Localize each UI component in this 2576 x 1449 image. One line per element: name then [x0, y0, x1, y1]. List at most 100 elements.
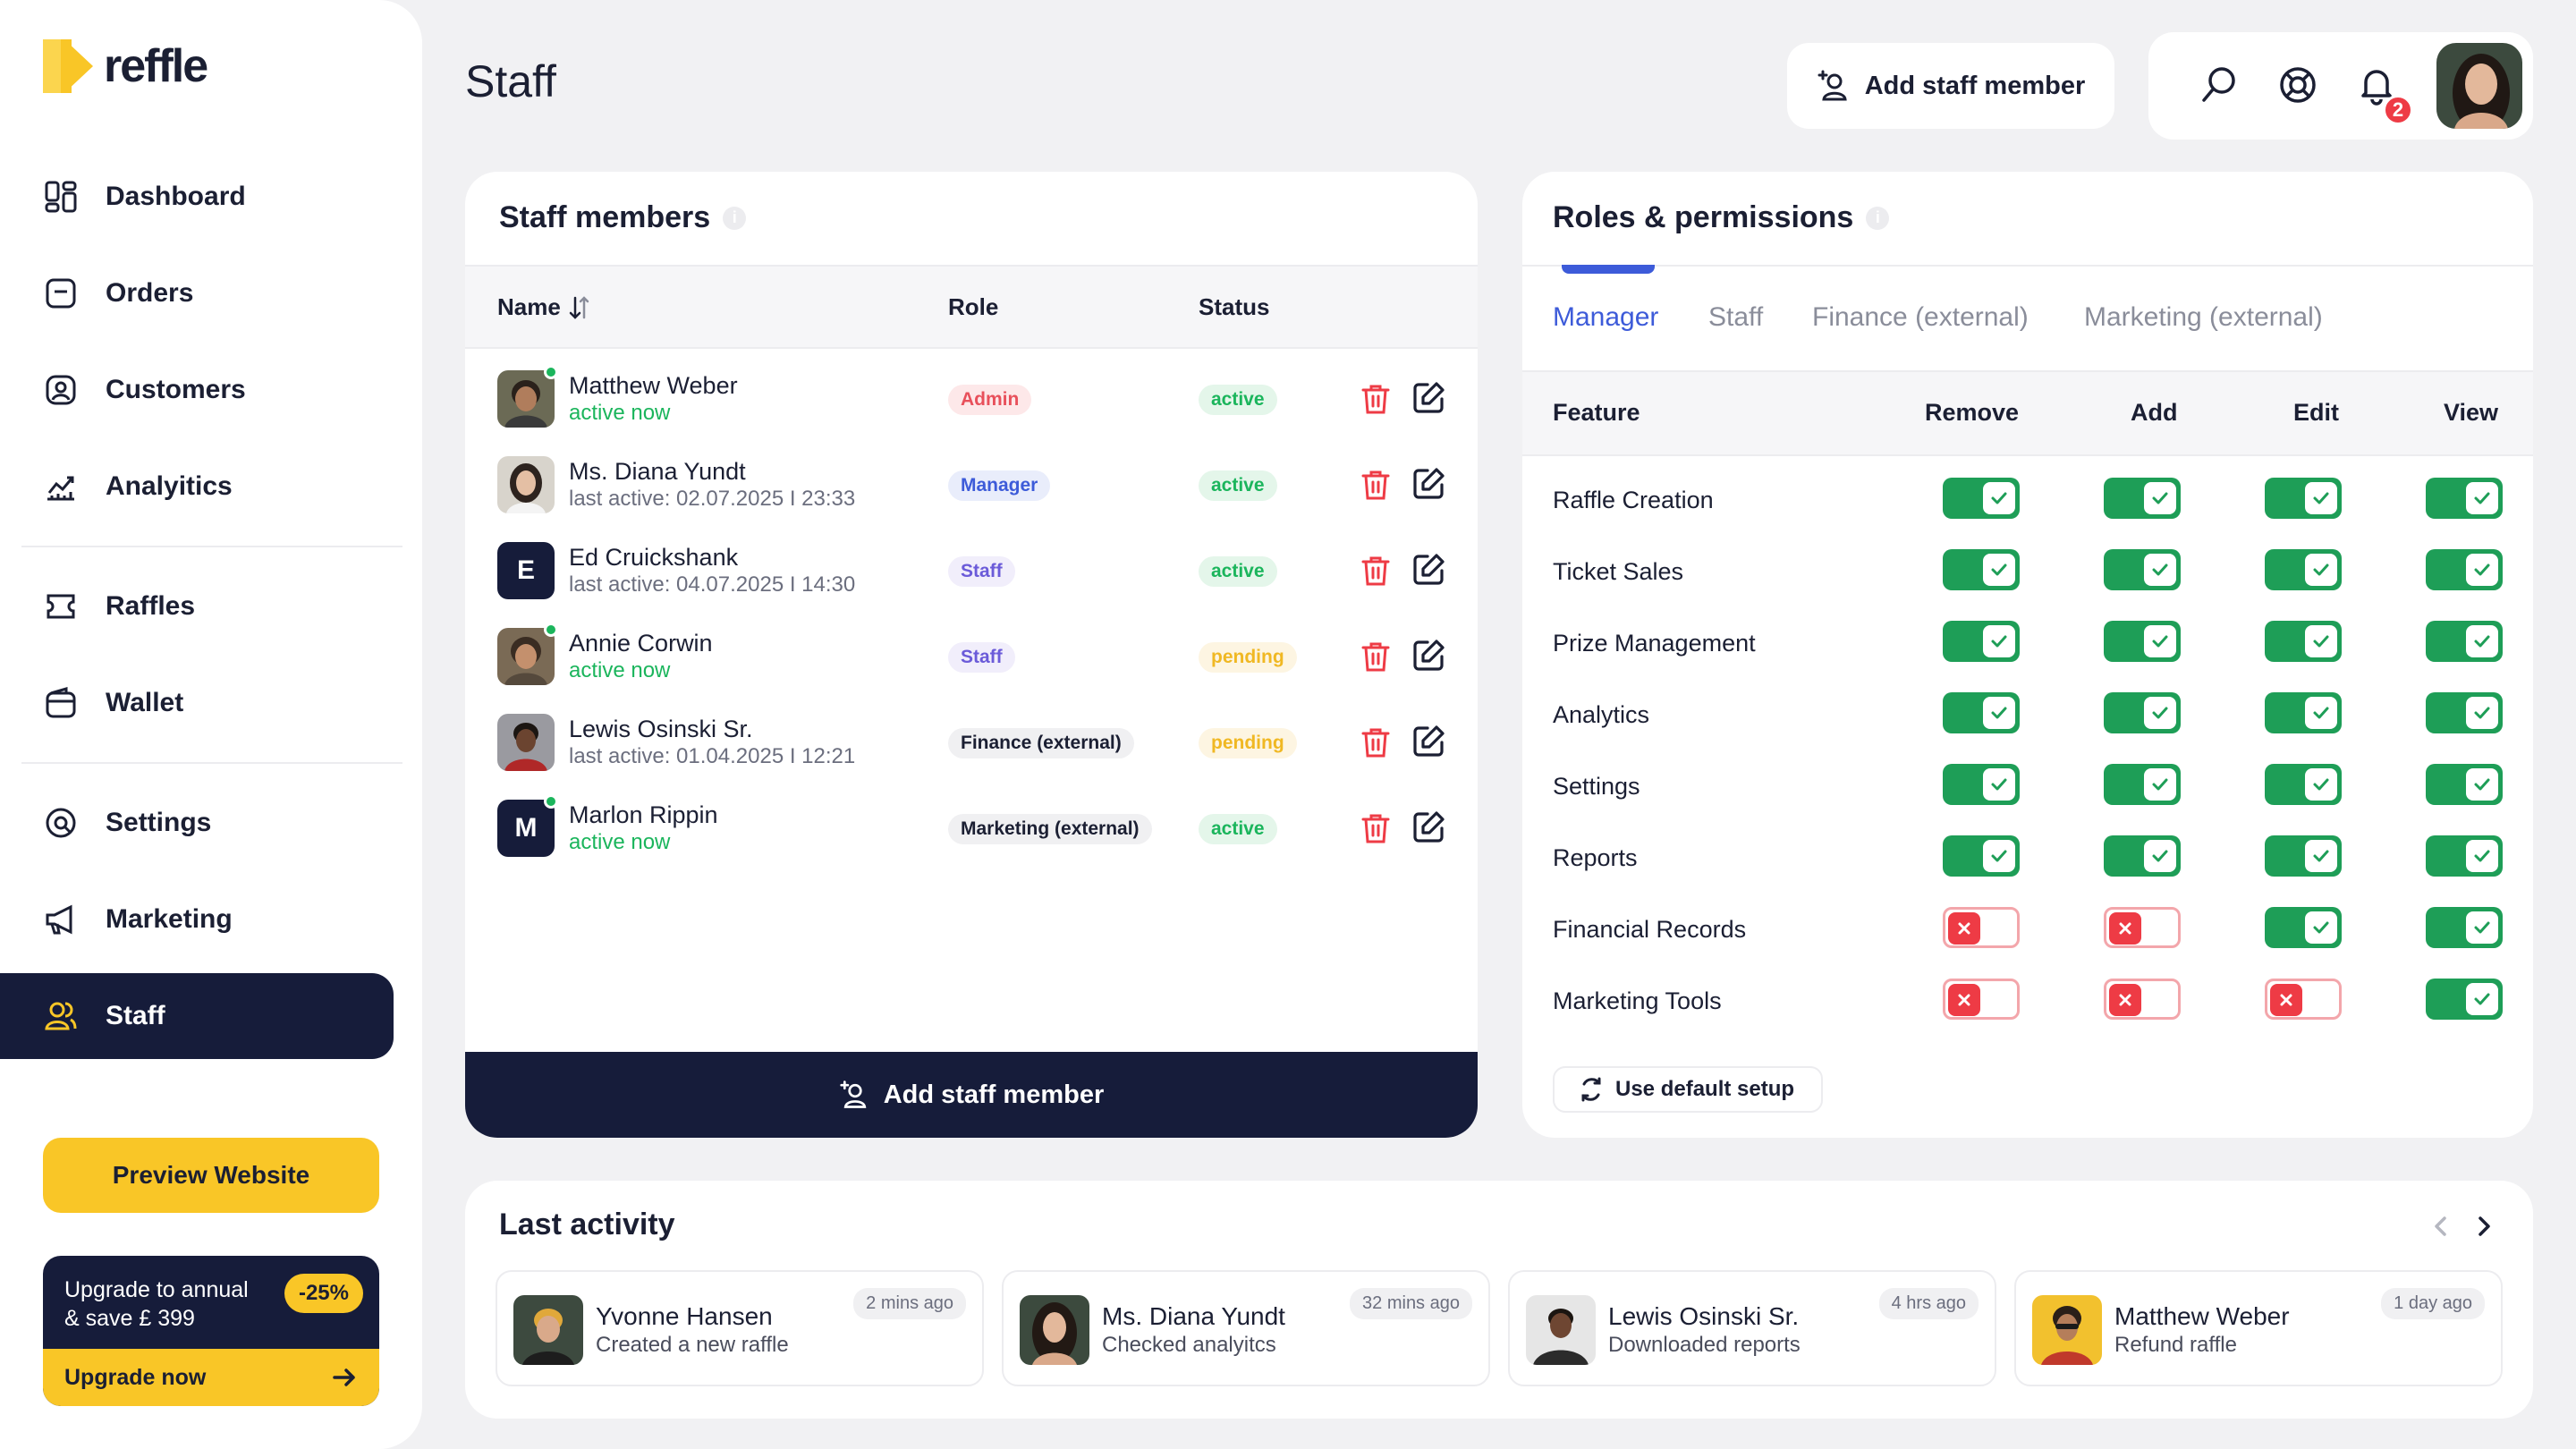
upgrade-now-label: Upgrade now: [64, 1364, 207, 1390]
edit-icon[interactable]: [1410, 723, 1447, 760]
view-permission-toggle[interactable]: [2426, 907, 2503, 948]
check-icon: [2466, 625, 2498, 657]
remove-permission-toggle[interactable]: [1943, 549, 2020, 590]
view-permission-toggle[interactable]: [2426, 979, 2503, 1020]
activity-item[interactable]: Yvonne Hansen Created a new raffle 2 min…: [496, 1270, 984, 1386]
remove-permission-toggle[interactable]: [1943, 764, 2020, 805]
remove-permission-toggle[interactable]: [1943, 907, 2020, 948]
feature-name: Marketing Tools: [1553, 987, 1722, 1014]
staff-name: Marlon Rippin: [569, 801, 718, 828]
name-column-header[interactable]: Name: [497, 293, 593, 321]
trash-icon[interactable]: [1358, 639, 1394, 674]
nav-orders[interactable]: Orders: [0, 250, 394, 336]
add-permission-toggle[interactable]: [2104, 907, 2181, 948]
add-permission-toggle[interactable]: [2104, 764, 2181, 805]
remove-permission-toggle[interactable]: [1943, 621, 2020, 662]
trash-icon[interactable]: [1358, 467, 1394, 503]
header-add-staff-button[interactable]: Add staff member: [1787, 43, 2114, 129]
view-permission-toggle[interactable]: [2426, 478, 2503, 519]
edit-icon[interactable]: [1410, 637, 1447, 674]
nav-analytics[interactable]: Analyitics: [0, 444, 394, 530]
nav-staff[interactable]: Staff: [0, 973, 394, 1059]
edit-permission-toggle[interactable]: [2265, 692, 2342, 733]
edit-icon[interactable]: [1410, 379, 1447, 417]
activity-item[interactable]: Ms. Diana Yundt Checked analyitcs 32 min…: [1002, 1270, 1490, 1386]
view-permission-toggle[interactable]: [2426, 692, 2503, 733]
add-user-icon: [1818, 70, 1847, 101]
info-icon[interactable]: i: [723, 206, 747, 230]
remove-permission-toggle[interactable]: [1943, 835, 2020, 877]
add-permission-toggle[interactable]: [2104, 621, 2181, 662]
upgrade-line2: & save £ 399: [64, 1306, 195, 1331]
preview-website-button[interactable]: Preview Website: [43, 1138, 379, 1213]
chevron-left-icon[interactable]: [2428, 1213, 2454, 1240]
add-staff-member-button[interactable]: Add staff member: [465, 1052, 1478, 1138]
check-icon: [1983, 482, 2015, 514]
remove-permission-toggle[interactable]: [1943, 979, 2020, 1020]
view-permission-toggle[interactable]: [2426, 835, 2503, 877]
avatar: [2032, 1295, 2102, 1365]
tab-marketing-external[interactable]: Marketing (external): [2084, 302, 2323, 333]
activity-time-badge: 4 hrs ago: [1878, 1288, 1979, 1319]
use-default-setup-button[interactable]: Use default setup: [1553, 1066, 1824, 1113]
help-lifebuoy-icon[interactable]: [2275, 63, 2320, 107]
logo[interactable]: reffle: [43, 39, 208, 93]
activity-time-badge: 1 day ago: [2381, 1288, 2485, 1319]
user-avatar[interactable]: [2436, 43, 2522, 129]
edit-permission-toggle[interactable]: [2265, 979, 2342, 1020]
add-permission-toggle[interactable]: [2104, 835, 2181, 877]
edit-permission-toggle[interactable]: [2265, 621, 2342, 662]
upgrade-now-button[interactable]: Upgrade now: [43, 1349, 379, 1406]
trash-icon[interactable]: [1358, 553, 1394, 589]
nav-marketing[interactable]: Marketing: [0, 877, 394, 962]
search-icon[interactable]: [2197, 63, 2241, 107]
remove-permission-toggle[interactable]: [1943, 478, 2020, 519]
add-permission-toggle[interactable]: [2104, 549, 2181, 590]
tab-manager[interactable]: Manager: [1553, 302, 1658, 333]
view-permission-toggle[interactable]: [2426, 549, 2503, 590]
nav-dashboard[interactable]: Dashboard: [0, 154, 394, 240]
chevron-right-icon[interactable]: [2470, 1213, 2497, 1240]
check-icon: [2466, 840, 2498, 872]
check-icon: [1983, 625, 2015, 657]
check-icon: [2144, 554, 2176, 586]
edit-icon[interactable]: [1410, 551, 1447, 589]
last-activity-card: Last activity Yvonne Hansen Created a ne…: [465, 1181, 2533, 1419]
roles-card-title: Roles & permissions i: [1553, 200, 1890, 235]
view-permission-toggle[interactable]: [2426, 621, 2503, 662]
activity-item[interactable]: Lewis Osinski Sr. Downloaded reports 4 h…: [1508, 1270, 1996, 1386]
edit-permission-toggle[interactable]: [2265, 478, 2342, 519]
role-badge: Marketing (external): [948, 814, 1152, 844]
activity-item[interactable]: Matthew Weber Refund raffle 1 day ago: [2014, 1270, 2503, 1386]
edit-icon[interactable]: [1410, 465, 1447, 503]
status-badge: active: [1199, 814, 1277, 844]
nav-raffles[interactable]: Raffles: [0, 564, 394, 649]
add-permission-toggle[interactable]: [2104, 979, 2181, 1020]
trash-icon[interactable]: [1358, 381, 1394, 417]
avatar: [497, 714, 555, 771]
add-permission-toggle[interactable]: [2104, 692, 2181, 733]
remove-permission-toggle[interactable]: [1943, 692, 2020, 733]
customers-icon: [46, 375, 76, 405]
orders-icon: [46, 278, 76, 309]
edit-permission-toggle[interactable]: [2265, 835, 2342, 877]
use-default-setup-label: Use default setup: [1615, 1077, 1795, 1101]
nav-customers[interactable]: Customers: [0, 347, 394, 433]
add-permission-toggle[interactable]: [2104, 478, 2181, 519]
trash-icon[interactable]: [1358, 724, 1394, 760]
tab-finance-external[interactable]: Finance (external): [1812, 302, 2029, 333]
trash-icon[interactable]: [1358, 810, 1394, 846]
edit-permission-toggle[interactable]: [2265, 764, 2342, 805]
nav-settings[interactable]: Settings: [0, 780, 394, 866]
refresh-icon: [1581, 1077, 1601, 1102]
activity-title: Last activity: [499, 1208, 675, 1241]
nav-wallet[interactable]: Wallet: [0, 660, 394, 746]
tab-staff[interactable]: Staff: [1708, 302, 1763, 333]
edit-permission-toggle[interactable]: [2265, 549, 2342, 590]
check-icon: [2144, 768, 2176, 801]
edit-permission-toggle[interactable]: [2265, 907, 2342, 948]
info-icon[interactable]: i: [1866, 206, 1890, 230]
view-permission-toggle[interactable]: [2426, 764, 2503, 805]
edit-icon[interactable]: [1410, 809, 1447, 846]
sidebar-divider: [21, 762, 402, 764]
